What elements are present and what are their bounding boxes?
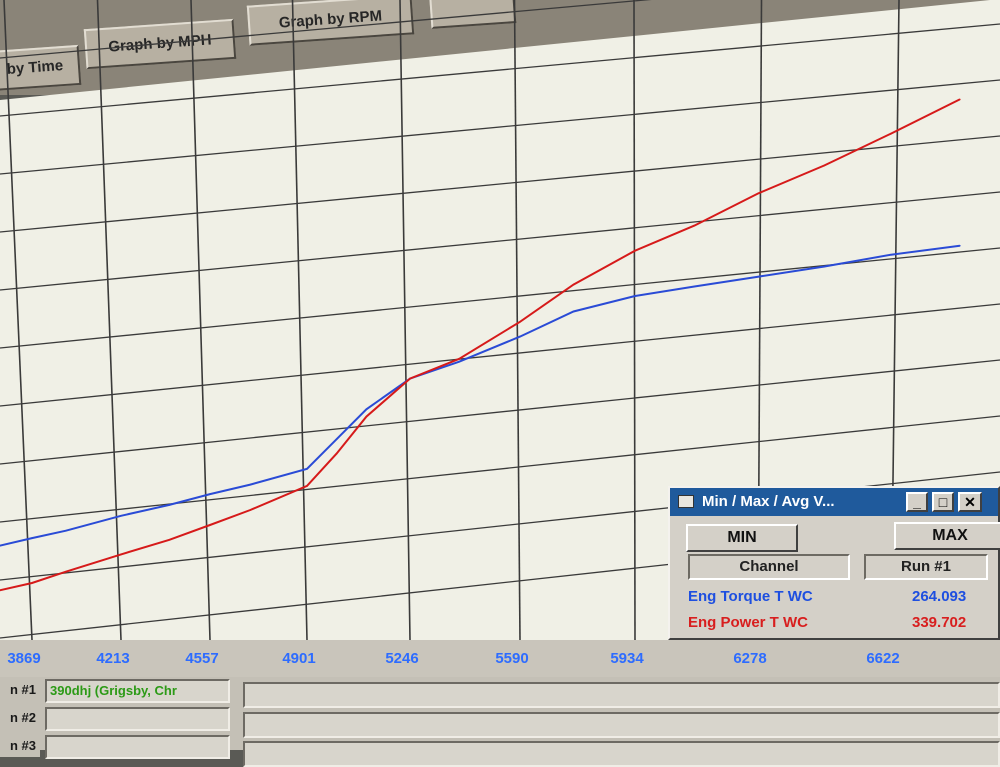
series-point [249,483,252,486]
close-icon: ✕ [964,494,976,510]
channel-value-power: 339.702 [912,614,967,631]
min-max-avg-window: Min / Max / Avg V... _ □ ✕ MIN MAX Chann… [668,486,1000,640]
series-point [959,98,961,101]
series-point [409,377,411,380]
series-point [890,253,892,256]
series-point [519,321,521,323]
series-point [693,224,696,227]
series-point [65,570,67,573]
series-point [959,244,961,247]
series-point [519,335,521,338]
series-point [209,493,211,495]
x-tick-label: 6622 [866,650,900,667]
series-point [120,515,122,517]
close-button[interactable]: ✕ [958,492,982,512]
series-point [168,539,171,541]
column-header-channel[interactable]: Channel [688,554,850,580]
series-point [823,164,826,167]
runs-panel: n #1 390dhj (Grigsby, Chr n #2 n #3 [0,677,1000,767]
series-point [458,360,461,363]
x-tick-label: 4557 [185,650,219,667]
run-name-field-1[interactable]: 390dhj (Grigsby, Chr [45,679,230,703]
x-tick-label: 5246 [385,650,419,667]
series-point [634,295,636,297]
series-point [31,582,33,584]
series-point [634,249,636,252]
channel-name-power: Eng Power T WC [688,614,808,631]
x-tick-label: 4901 [282,650,316,667]
run-details-field-1[interactable] [243,682,1000,708]
series-point [209,524,211,526]
series-point [757,192,759,195]
channel-value-torque: 264.093 [912,588,967,605]
series-point [335,438,338,441]
x-tick-label: 6278 [733,650,767,667]
series-point [335,452,338,455]
run-details-field-3[interactable] [243,741,1000,767]
series-point [757,275,759,278]
series-point [306,485,308,487]
maximize-icon: □ [938,494,948,510]
series-point [365,408,368,411]
max-button[interactable]: MAX [894,522,1000,550]
run-label-2: n #2 [0,707,40,729]
run-label-3: n #3 [0,735,40,757]
series-point [65,529,67,532]
series-point [365,415,368,418]
minimize-icon: _ [913,494,921,510]
min-button[interactable]: MIN [686,524,798,552]
x-tick-label: 4213 [96,650,130,667]
run-label-1: n #1 [0,679,40,701]
series-point [249,509,252,511]
series-point [572,310,575,313]
series-point [31,537,33,539]
series-point [693,285,696,288]
x-tick-label: 5934 [610,650,644,667]
run-name-field-3[interactable] [45,735,230,759]
series-point [168,504,171,506]
series-point [458,358,461,360]
window-title: Min / Max / Avg V... [702,493,835,510]
series-point [890,132,892,135]
channel-name-torque: Eng Torque T WC [688,588,813,605]
column-header-run[interactable]: Run #1 [864,554,988,580]
x-tick-label: 3869 [7,650,41,667]
minimize-button[interactable]: _ [906,492,928,512]
run-name-field-2[interactable] [45,707,230,731]
series-point [120,553,122,556]
series-point [306,468,308,470]
run-details-field-2[interactable] [243,712,1000,738]
vertical-gridline [633,0,636,640]
window-app-icon [678,495,694,508]
maximize-button[interactable]: □ [932,492,954,512]
series-point [823,265,826,268]
series-point [572,283,575,286]
x-tick-label: 5590 [495,650,529,667]
